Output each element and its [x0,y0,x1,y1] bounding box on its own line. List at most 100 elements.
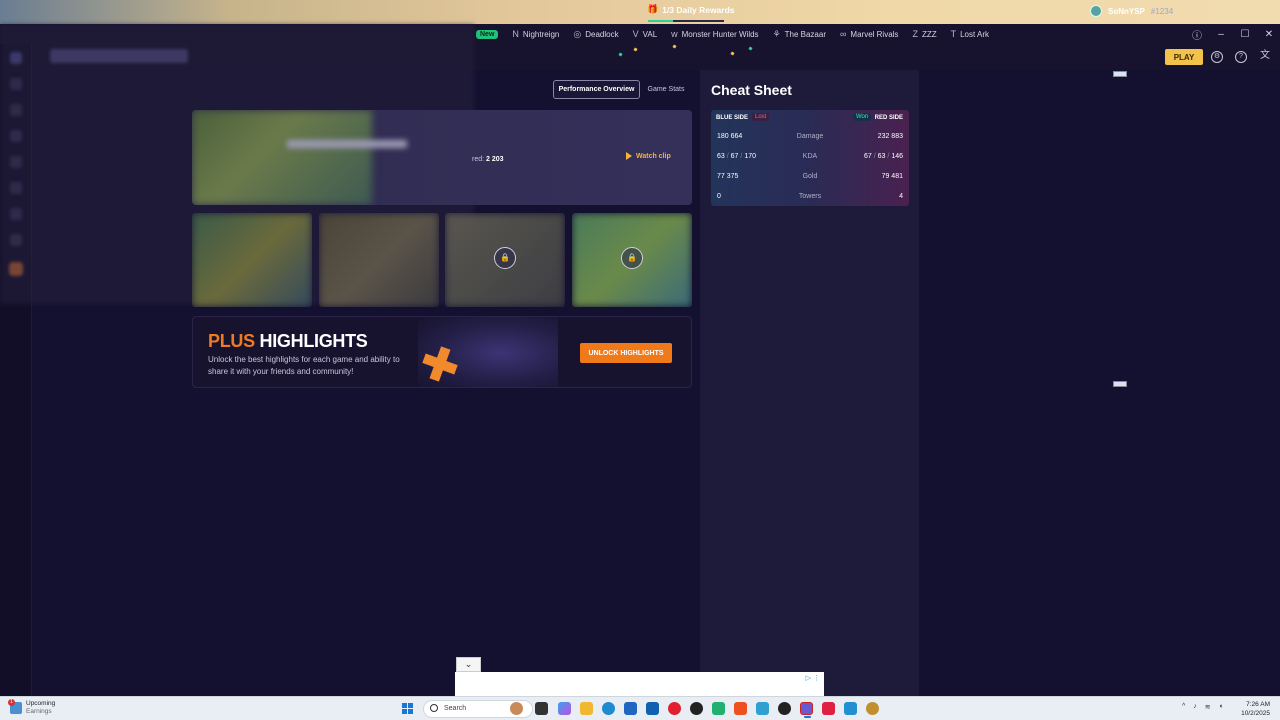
overwolf-app-icon[interactable] [800,702,813,718]
ad-choices-icon[interactable] [1113,71,1127,77]
help-icon[interactable]: ? [1235,51,1247,63]
marvel-rivals-icon: ∞ [840,29,847,39]
highlight-thumbnail[interactable] [192,213,312,307]
copilot-icon[interactable] [558,702,571,715]
taskbar-app-icon[interactable] [756,702,769,715]
edge-browser-icon[interactable] [602,702,615,715]
game-tab-deadlock[interactable]: ◎ Deadlock [573,29,618,40]
start-button-windows-icon[interactable] [402,703,414,715]
match-thumbnail [192,110,372,205]
played-label: red: [472,156,485,163]
promo-title-highlights: HIGHLIGHTS [259,331,368,351]
maximize-icon[interactable]: ☐ [1240,29,1250,40]
opera-icon[interactable] [668,702,681,715]
cheat-sheet-header: BLUE SIDE Lost Won RED SIDE [711,110,909,127]
widgets-subtitle: Earnings [26,708,52,715]
task-view-icon[interactable] [535,702,548,715]
cheat-sheet-title: Cheat Sheet [711,82,792,98]
bazaar-icon: ⚘ [772,28,781,39]
collapse-ad-chevron-icon[interactable]: ⌄ [456,657,481,672]
cheat-sheet-row-gold: 77 375 Gold 79 481 [711,167,909,187]
taskbar-app-icon[interactable] [778,702,791,715]
play-button[interactable]: PLAY [1165,49,1203,65]
widgets-button[interactable]: 1 Upcoming Earnings [8,699,56,716]
highlight-image [319,213,439,307]
info-icon[interactable]: ⓘ [1192,27,1202,42]
game-tab-label: Marvel Rivals [850,29,899,39]
taskbar-app-icon[interactable] [844,702,857,715]
window-controls: ⓘ – ☐ ✕ [1192,24,1274,44]
cheat-sheet-table: BLUE SIDE Lost Won RED SIDE 180 664 Dama… [711,110,909,206]
tab-game-stats[interactable]: Game Stats [643,80,689,99]
brave-browser-icon[interactable] [734,702,747,715]
windows-logo-pane [402,709,407,714]
close-icon[interactable]: ✕ [1264,29,1274,40]
language-icon[interactable]: 文 [1259,51,1271,63]
game-tab-mhw[interactable]: w Monster Hunter Wilds [671,29,758,39]
game-tab-marvel-rivals[interactable]: ∞ Marvel Rivals [840,29,898,39]
bottom-ad-banner[interactable]: ▷ ⋮ [455,672,824,696]
wifi-icon[interactable]: ≋ [1205,703,1211,711]
highlight-thumbnail-locked[interactable]: 🔒 [572,213,692,307]
microphone-icon[interactable]: ♪ [1193,703,1197,711]
cheat-sheet-row-kda: 63 / 67 / 170 KDA 67 / 63 / 146 [711,147,909,167]
tab-performance-overview[interactable]: Performance Overview [553,80,640,99]
taskbar-app-icon[interactable] [510,702,523,715]
chatgpt-icon[interactable] [690,702,703,715]
store-icon[interactable] [624,702,637,715]
unlock-highlights-button[interactable]: UNLOCK HIGHLIGHTS [580,343,672,363]
minimize-icon[interactable]: – [1216,29,1226,40]
mhw-icon: w [671,29,678,39]
game-tab-lost-ark[interactable]: T Lost Ark [951,29,989,39]
red-side-label: RED SIDE [874,115,903,121]
red-kills: 67 [864,153,872,160]
played-stat: red: 2 203 [472,156,504,163]
chevron-up-icon[interactable]: ^ [1182,703,1185,711]
played-value: 2 203 [486,156,504,163]
lost-ark-icon: T [950,29,957,39]
daily-rewards-button[interactable]: 🎁 1/3 Daily Rewards [647,4,735,15]
file-explorer-icon[interactable] [580,702,593,715]
taskbar-app-icon[interactable] [822,702,835,715]
avatar [1090,5,1102,17]
widgets-title: Upcoming [26,700,56,707]
widgets-icon: 1 [8,699,22,714]
windows-taskbar: 1 Upcoming Earnings Search ^ ♪ ≋ ◖ 7:26 A… [0,696,1280,720]
daily-rewards-label: 1/3 Daily Rewards [662,4,735,15]
new-badge: New [476,29,499,39]
outlook-icon[interactable] [646,702,659,715]
game-tab-val[interactable]: V VAL [633,29,658,39]
game-tab-bazaar[interactable]: ⚘ The Bazaar [773,29,826,40]
plus-highlights-promo: PLUS HIGHLIGHTS Unlock the best highligh… [192,316,692,388]
red-damage: 232 883 [877,133,903,140]
speaker-icon[interactable]: ◖ [1219,703,1223,711]
taskbar-app-icon[interactable] [712,702,725,715]
system-tray: ^ ♪ ≋ ◖ [1182,703,1223,711]
user-profile[interactable]: SoNnYSP #1234 [1090,5,1173,17]
windows-logo-pane [402,703,407,708]
stat-label: Gold [802,173,818,180]
taskbar-clock[interactable]: 7:26 AM 10/2/2025 [1241,700,1270,718]
game-tab-zzz[interactable]: Z ZZZ [912,29,936,39]
ad-choices-icon[interactable] [1113,381,1127,387]
desktop-wallpaper [0,0,1280,24]
stat-label: Towers [798,193,822,200]
watch-clip-button[interactable]: Watch clip [626,152,671,160]
kda-separator: / [887,153,890,160]
highlight-thumbnail[interactable] [319,213,439,307]
settings-gear-icon[interactable]: ⚙ [1211,51,1223,63]
game-tab-nightreign[interactable]: N Nightreign [512,29,559,39]
ad-info-icon[interactable]: ▷ ⋮ [806,674,820,682]
search-input[interactable] [50,49,188,63]
watch-clip-label: Watch clip [636,152,671,160]
taskbar-app-icon[interactable] [866,702,879,715]
red-towers: 4 [899,193,903,200]
username: SoNnYSP [1108,6,1145,16]
red-kda: 67 / 63 / 146 [864,153,903,160]
highlight-thumbnail-locked[interactable]: 🔒 [445,213,565,307]
red-deaths: 63 [877,153,886,160]
game-tab-label: Deadlock [585,29,619,39]
blue-side-label: BLUE SIDE [716,115,749,121]
match-card[interactable]: red: 2 203 Watch clip [192,110,692,205]
windows-logo-pane [408,709,413,714]
